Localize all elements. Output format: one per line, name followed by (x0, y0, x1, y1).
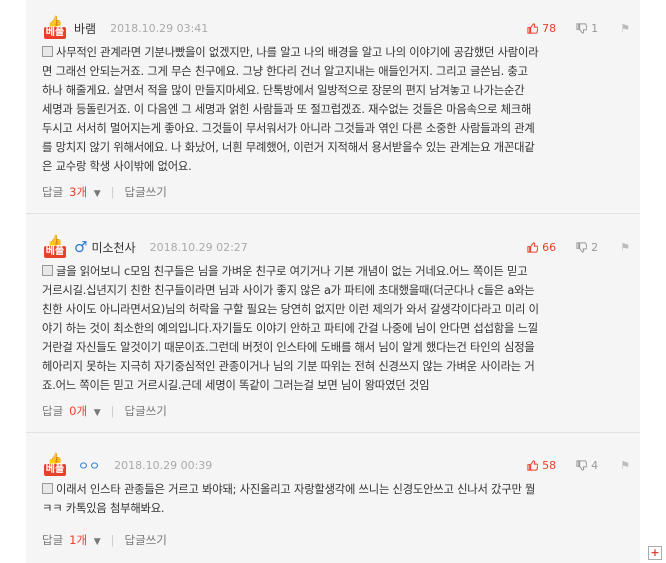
write-reply-link[interactable]: 답글쓰기 (125, 184, 167, 200)
comment-date: 2018.10.29 03:41 (110, 21, 209, 35)
comment-stats: 66 2 ⚑ (527, 237, 630, 257)
male-icon: ♂ (74, 238, 88, 256)
upvote-count: 58 (542, 458, 557, 472)
upvote-count: 78 (542, 21, 557, 35)
author-nick[interactable]: ㅇㅇ (78, 457, 100, 474)
report-icon[interactable]: ⚑ (620, 241, 630, 254)
upvote-count: 66 (542, 240, 557, 254)
comment-divider (26, 432, 640, 433)
comment-body: 글을 읽어보니 c모임 친구들은 님을 가벼운 친구로 여기거나 기본 개념이 … (42, 265, 539, 392)
comment-header: 👍 베플 ㅇㅇ 2018.10.29 00:39 (42, 452, 213, 476)
document-icon (42, 46, 53, 57)
write-reply-link[interactable]: 답글쓰기 (125, 532, 167, 548)
comment-header: 👍 베플 ♂ 미소천사 2018.10.29 02:27 (42, 234, 248, 258)
comment-footer: 답글 1개 ▼ | 답글쓰기 (42, 532, 167, 548)
thumbs-up-icon: 👍 (47, 15, 63, 29)
upvote-button[interactable]: 58 (527, 459, 556, 472)
thumbs-up-icon (527, 241, 539, 253)
comment-divider (26, 213, 640, 214)
comment-header: 👍 베플 바램 2018.10.29 03:41 (42, 15, 209, 39)
comment-footer: 답글 3개 ▼ | 답글쓰기 (42, 184, 167, 200)
thumbs-up-icon: 👍 (47, 234, 63, 248)
downvote-button[interactable]: 2 (576, 241, 598, 254)
reply-toggle[interactable]: 답글 1개 ▼ (42, 532, 101, 548)
thumbs-down-icon (576, 22, 588, 34)
thumbs-up-icon (527, 459, 539, 471)
comment-footer: 답글 0개 ▼ | 답글쓰기 (42, 403, 167, 419)
thumbs-up-icon (527, 22, 539, 34)
comment-body: 사무적인 관계라면 기분나빴을이 없겠지만, 나를 알고 나의 배경을 알고 나… (42, 46, 539, 173)
reply-toggle[interactable]: 답글 0개 ▼ (42, 403, 101, 419)
divider: | (110, 533, 115, 547)
best-badge: 👍 베플 (43, 15, 67, 39)
expand-icon[interactable]: + (648, 546, 662, 560)
upvote-button[interactable]: 66 (527, 241, 556, 254)
downvote-count: 4 (591, 458, 599, 472)
chevron-down-icon: ▼ (93, 189, 101, 199)
chevron-down-icon: ▼ (93, 537, 101, 547)
divider: | (110, 404, 115, 418)
comment-stats: 78 1 ⚑ (527, 18, 630, 38)
reply-toggle[interactable]: 답글 3개 ▼ (42, 184, 101, 200)
author-nick[interactable]: 바램 (74, 20, 96, 37)
write-reply-link[interactable]: 답글쓰기 (125, 403, 167, 419)
comment-stats: 58 4 ⚑ (527, 455, 630, 475)
downvote-count: 1 (591, 21, 599, 35)
thumbs-down-icon (576, 459, 588, 471)
downvote-count: 2 (591, 240, 599, 254)
document-icon (42, 265, 53, 276)
document-icon (42, 483, 53, 494)
report-icon[interactable]: ⚑ (620, 459, 630, 472)
chevron-down-icon: ▼ (93, 408, 101, 418)
upvote-button[interactable]: 78 (527, 22, 556, 35)
author-nick[interactable]: 미소천사 (91, 239, 135, 256)
report-icon[interactable]: ⚑ (620, 22, 630, 35)
downvote-button[interactable]: 1 (576, 22, 598, 35)
best-badge: 👍 베플 (43, 452, 67, 476)
comment-body: 이래서 인스타 관종들은 거르고 봐야돼; 사진올리고 자랑할생각에 쓰니는 신… (42, 483, 536, 515)
thumbs-down-icon (576, 241, 588, 253)
comment-date: 2018.10.29 02:27 (149, 240, 248, 254)
best-badge: 👍 베플 (43, 234, 67, 258)
comment-date: 2018.10.29 00:39 (114, 458, 213, 472)
thumbs-up-icon: 👍 (47, 452, 63, 466)
downvote-button[interactable]: 4 (576, 459, 598, 472)
divider: | (110, 185, 115, 199)
